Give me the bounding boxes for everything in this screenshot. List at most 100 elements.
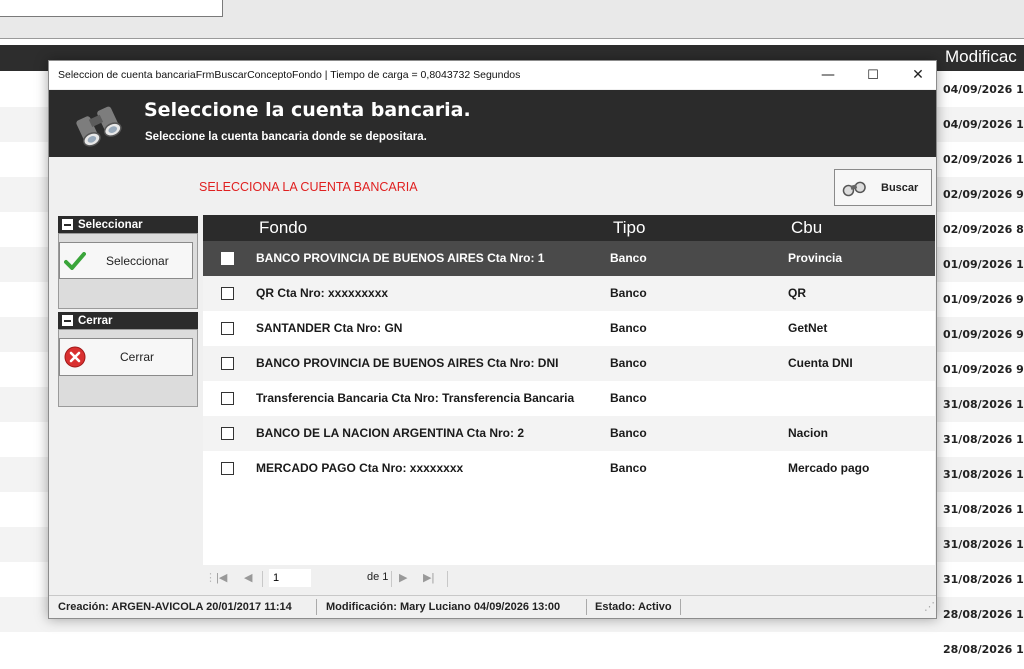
pager-separator (391, 571, 392, 587)
table-row[interactable]: BANCO PROVINCIA DE BUENOS AIRES Cta Nro:… (203, 346, 935, 381)
background-date-cell: 02/09/2026 9: (943, 188, 1024, 201)
background-input[interactable] (0, 0, 223, 17)
collapse-icon[interactable] (62, 219, 73, 230)
close-window-button[interactable]: ✕ (895, 61, 941, 89)
table-row[interactable]: MERCADO PAGO Cta Nro: xxxxxxxx Banco Merca… (203, 451, 935, 486)
cell-tipo: Banco (610, 321, 647, 335)
cell-tipo: Banco (610, 391, 647, 405)
maximize-button[interactable]: ☐ (850, 61, 896, 89)
select-button-label: Seleccionar (106, 253, 169, 268)
grid-header: Fondo Tipo Cbu (203, 215, 935, 241)
background-date-cell: 01/09/2026 9: (943, 293, 1024, 306)
row-checkbox[interactable] (221, 462, 234, 475)
close-panel-header[interactable]: Cerrar (58, 312, 198, 329)
cell-cbu: GetNet (788, 321, 828, 335)
background-date-cell: 31/08/2026 11 (943, 468, 1024, 481)
background-date-cell: 01/09/2026 14 (943, 258, 1024, 271)
background-date-cell: 02/09/2026 10 (943, 153, 1024, 166)
collapse-icon[interactable] (62, 315, 73, 326)
cell-fondo: SANTANDER Cta Nro: GN (256, 321, 403, 335)
select-account-prompt: SELECCIONA LA CUENTA BANCARIA (199, 180, 418, 194)
cell-cbu: Provincia (788, 251, 843, 265)
column-header-tipo[interactable]: Tipo (613, 218, 645, 238)
cell-tipo: Banco (610, 426, 647, 440)
cell-cbu: Nacion (788, 426, 829, 440)
checkmark-icon (64, 251, 86, 270)
row-checkbox[interactable] (221, 392, 234, 405)
background-date-cell: 31/08/2026 11 (943, 538, 1024, 551)
next-page-icon[interactable]: ▶ (399, 571, 407, 584)
dialog-title: Seleccion de cuenta bancariaFrmBuscarCon… (58, 69, 521, 81)
status-bar: Creación: ARGEN-AVICOLA 20/01/2017 11:14… (49, 595, 936, 618)
minimize-button[interactable]: — (805, 61, 851, 89)
table-row[interactable]: Transferencia Bancaria Cta Nro: Transfer… (203, 381, 935, 416)
cell-cbu: Mercado pago (788, 461, 870, 475)
dialog-titlebar[interactable]: Seleccion de cuenta bancariaFrmBuscarCon… (49, 61, 936, 89)
binoculars-icon (842, 181, 866, 196)
background-date-cell: 02/09/2026 8: (943, 223, 1024, 236)
cell-cbu: Cuenta DNI (788, 356, 853, 370)
binoculars-icon (76, 106, 122, 147)
background-date-cell: 31/08/2026 11 (943, 573, 1024, 586)
select-panel-header[interactable]: Seleccionar (58, 216, 198, 233)
previous-page-icon[interactable]: ◀ (244, 571, 252, 584)
select-panel-title: Seleccionar (78, 218, 143, 231)
table-row[interactable]: SANTANDER Cta Nro: GN Banco GetNet (203, 311, 935, 346)
background-date-cell: 28/08/2026 17 (943, 608, 1024, 621)
close-circle-icon (64, 346, 86, 368)
status-separator (680, 599, 681, 615)
grid-pager: ⋮ |◀ ◀ de 1 ▶ ▶| (203, 565, 935, 593)
table-row[interactable]: BANCO DE LA NACION ARGENTINA Cta Nro: 2 B… (203, 416, 935, 451)
background-date-cell: 01/09/2026 9: (943, 328, 1024, 341)
column-header-cbu[interactable]: Cbu (791, 218, 822, 238)
background-date-cell: 31/08/2026 11 (943, 398, 1024, 411)
close-button-label: Cerrar (120, 350, 155, 364)
background-date-cell: 28/08/2026 17 (943, 643, 1024, 656)
row-checkbox[interactable] (221, 287, 234, 300)
first-page-icon[interactable]: |◀ (216, 571, 227, 584)
row-checkbox[interactable] (221, 427, 234, 440)
search-button[interactable]: Buscar (834, 169, 932, 206)
status-state: Estado: Activo (595, 601, 672, 613)
table-row[interactable]: QR Cta Nro: xxxxxxxxx Banco QR (203, 276, 935, 311)
dialog-banner: Seleccione la cuenta bancaria. Seleccion… (49, 90, 936, 157)
background-row[interactable] (0, 632, 1024, 667)
background-date-cell: 31/08/2026 11 (943, 503, 1024, 516)
background-date-cell: 04/09/2026 10 (943, 83, 1024, 96)
close-panel-title: Cerrar (78, 314, 113, 327)
pager-grip: ⋮ (205, 572, 216, 584)
cell-tipo: Banco (610, 286, 647, 300)
row-checkbox[interactable] (221, 322, 234, 335)
banner-subtitle: Seleccione la cuenta bancaria donde se d… (145, 131, 427, 143)
banner-title: Seleccione la cuenta bancaria. (144, 99, 471, 121)
cell-tipo: Banco (610, 356, 647, 370)
accounts-grid: Fondo Tipo Cbu BANCO PROVINCIA DE BUENOS… (203, 215, 935, 565)
cell-fondo: BANCO DE LA NACION ARGENTINA Cta Nro: 2 (256, 426, 525, 440)
cell-fondo: QR Cta Nro: xxxxxxxxx (256, 286, 389, 300)
cell-fondo: MERCADO PAGO Cta Nro: xxxxxxxx (256, 461, 464, 475)
select-account-dialog: Seleccion de cuenta bancariaFrmBuscarCon… (48, 60, 937, 619)
cell-tipo: Banco (610, 251, 647, 265)
page-number-input[interactable] (269, 569, 311, 587)
cell-cbu: QR (788, 286, 806, 300)
row-checkbox[interactable] (221, 357, 234, 370)
status-separator (316, 599, 317, 615)
select-button[interactable]: Seleccionar (59, 242, 193, 279)
status-modification: Modificación: Mary Luciano 04/09/2026 13… (326, 601, 561, 613)
cell-fondo: BANCO PROVINCIA DE BUENOS AIRES Cta Nro:… (256, 356, 559, 370)
table-row[interactable]: BANCO PROVINCIA DE BUENOS AIRES Cta Nro:… (203, 241, 935, 276)
pager-separator (262, 571, 263, 587)
row-checkbox[interactable] (221, 252, 234, 265)
cell-fondo: BANCO PROVINCIA DE BUENOS AIRES Cta Nro:… (256, 251, 545, 265)
background-date-cell: 01/09/2026 9: (943, 363, 1024, 376)
column-header-fondo[interactable]: Fondo (259, 218, 307, 238)
pager-separator (447, 571, 448, 587)
background-column-modificacion: Modificac (945, 47, 1017, 66)
close-button[interactable]: Cerrar (59, 338, 193, 376)
background-date-cell: 31/08/2026 11 (943, 433, 1024, 446)
background-date-cell: 04/09/2026 10 (943, 118, 1024, 131)
status-separator (586, 599, 587, 615)
cell-fondo: Transferencia Bancaria Cta Nro: Transfer… (256, 391, 575, 405)
last-page-icon[interactable]: ▶| (423, 571, 434, 584)
resize-grip-icon[interactable]: ⋰ (924, 600, 935, 613)
